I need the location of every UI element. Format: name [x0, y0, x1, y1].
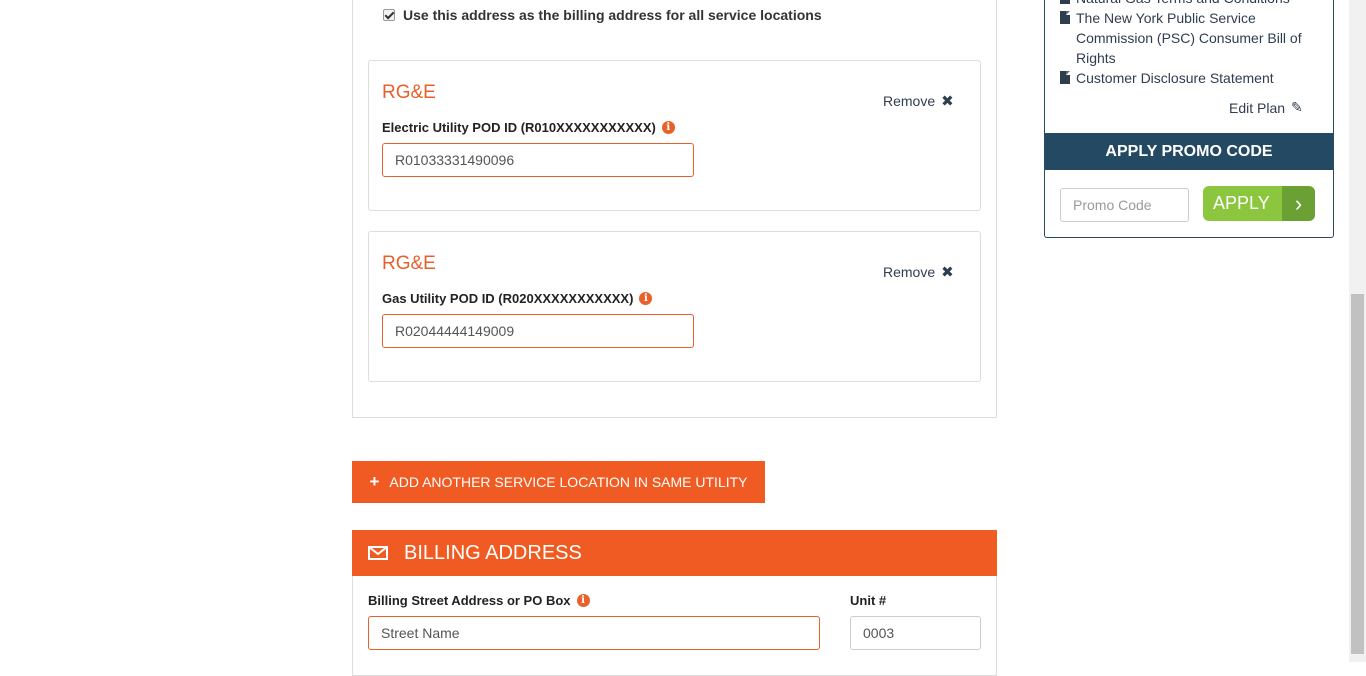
- document-list: Natural Gas Terms and Conditions The New…: [1060, 0, 1320, 88]
- plus-icon: +: [369, 472, 380, 491]
- billing-checkbox-row[interactable]: Use this address as the billing address …: [383, 7, 822, 23]
- document-link-text: Customer Disclosure Statement: [1076, 70, 1274, 86]
- document-link-text: The New York Public Service Commission (…: [1076, 10, 1302, 66]
- unit-value: 0003: [863, 625, 895, 641]
- utility-card-electric: [368, 60, 981, 211]
- gas-pod-label: Gas Utility POD ID (R020XXXXXXXXXXX) i: [382, 291, 653, 306]
- electric-pod-label: Electric Utility POD ID (R010XXXXXXXXXXX…: [382, 120, 675, 135]
- electric-pod-input[interactable]: R01033331490096: [382, 143, 694, 177]
- document-icon: [1060, 71, 1070, 84]
- billing-street-placeholder: Street Name: [381, 625, 460, 641]
- billing-address-title: BILLING ADDRESS: [404, 541, 582, 564]
- promo-code-header: APPLY PROMO CODE: [1045, 133, 1333, 170]
- billing-street-input[interactable]: Street Name: [368, 616, 820, 650]
- promo-code-title: APPLY PROMO CODE: [1105, 142, 1273, 160]
- remove-electric-link[interactable]: Remove ✖: [883, 92, 954, 110]
- unit-input[interactable]: 0003: [850, 616, 981, 650]
- unit-label: Unit #: [850, 593, 886, 608]
- remove-gas-link[interactable]: Remove ✖: [883, 263, 954, 281]
- edit-plan-link[interactable]: Edit Plan ✎: [1229, 99, 1303, 116]
- electric-pod-value: R01033331490096: [395, 152, 515, 168]
- scrollbar-thumb[interactable]: [1351, 294, 1364, 654]
- apply-promo-button[interactable]: APPLY ›: [1203, 186, 1315, 221]
- add-service-location-button[interactable]: + ADD ANOTHER SERVICE LOCATION IN SAME U…: [352, 461, 765, 503]
- electric-pod-label-text: Electric Utility POD ID (R010XXXXXXXXXXX…: [382, 120, 656, 135]
- billing-checkbox[interactable]: [383, 9, 395, 21]
- close-icon: ✖: [941, 93, 954, 110]
- close-icon: ✖: [941, 264, 954, 281]
- promo-code-input[interactable]: Promo Code: [1060, 188, 1189, 222]
- pencil-icon: ✎: [1291, 99, 1303, 115]
- billing-street-label-text: Billing Street Address or PO Box: [368, 593, 571, 608]
- utility-name: RG&E: [382, 253, 436, 274]
- document-link[interactable]: The New York Public Service Commission (…: [1060, 8, 1320, 68]
- utility-card-gas: [368, 231, 981, 382]
- document-link[interactable]: Customer Disclosure Statement: [1060, 68, 1320, 88]
- remove-label: Remove: [883, 264, 936, 280]
- document-icon: [1060, 0, 1070, 4]
- info-icon[interactable]: i: [661, 121, 675, 134]
- billing-street-label: Billing Street Address or PO Box i: [368, 593, 590, 608]
- apply-label: APPLY: [1203, 186, 1282, 221]
- utility-name: RG&E: [382, 82, 436, 103]
- chevron-right-icon: ›: [1282, 186, 1315, 221]
- unit-label-text: Unit #: [850, 593, 887, 608]
- promo-code-placeholder: Promo Code: [1073, 197, 1152, 213]
- document-link-text: Natural Gas Terms and Conditions: [1076, 0, 1290, 8]
- edit-plan-label: Edit Plan: [1229, 99, 1286, 116]
- gas-pod-value: R02044444149009: [395, 323, 515, 339]
- add-service-location-label: ADD ANOTHER SERVICE LOCATION IN SAME UTI…: [389, 474, 748, 490]
- document-icon: [1060, 11, 1070, 24]
- remove-label: Remove: [883, 93, 936, 109]
- info-icon[interactable]: i: [576, 594, 590, 607]
- gas-pod-input[interactable]: R02044444149009: [382, 314, 694, 348]
- envelope-icon: [368, 546, 388, 560]
- info-icon[interactable]: i: [639, 292, 653, 305]
- billing-address-header: BILLING ADDRESS: [352, 530, 997, 576]
- document-link[interactable]: Natural Gas Terms and Conditions: [1060, 0, 1320, 8]
- gas-pod-label-text: Gas Utility POD ID (R020XXXXXXXXXXX): [382, 291, 634, 306]
- billing-checkbox-label: Use this address as the billing address …: [403, 7, 822, 23]
